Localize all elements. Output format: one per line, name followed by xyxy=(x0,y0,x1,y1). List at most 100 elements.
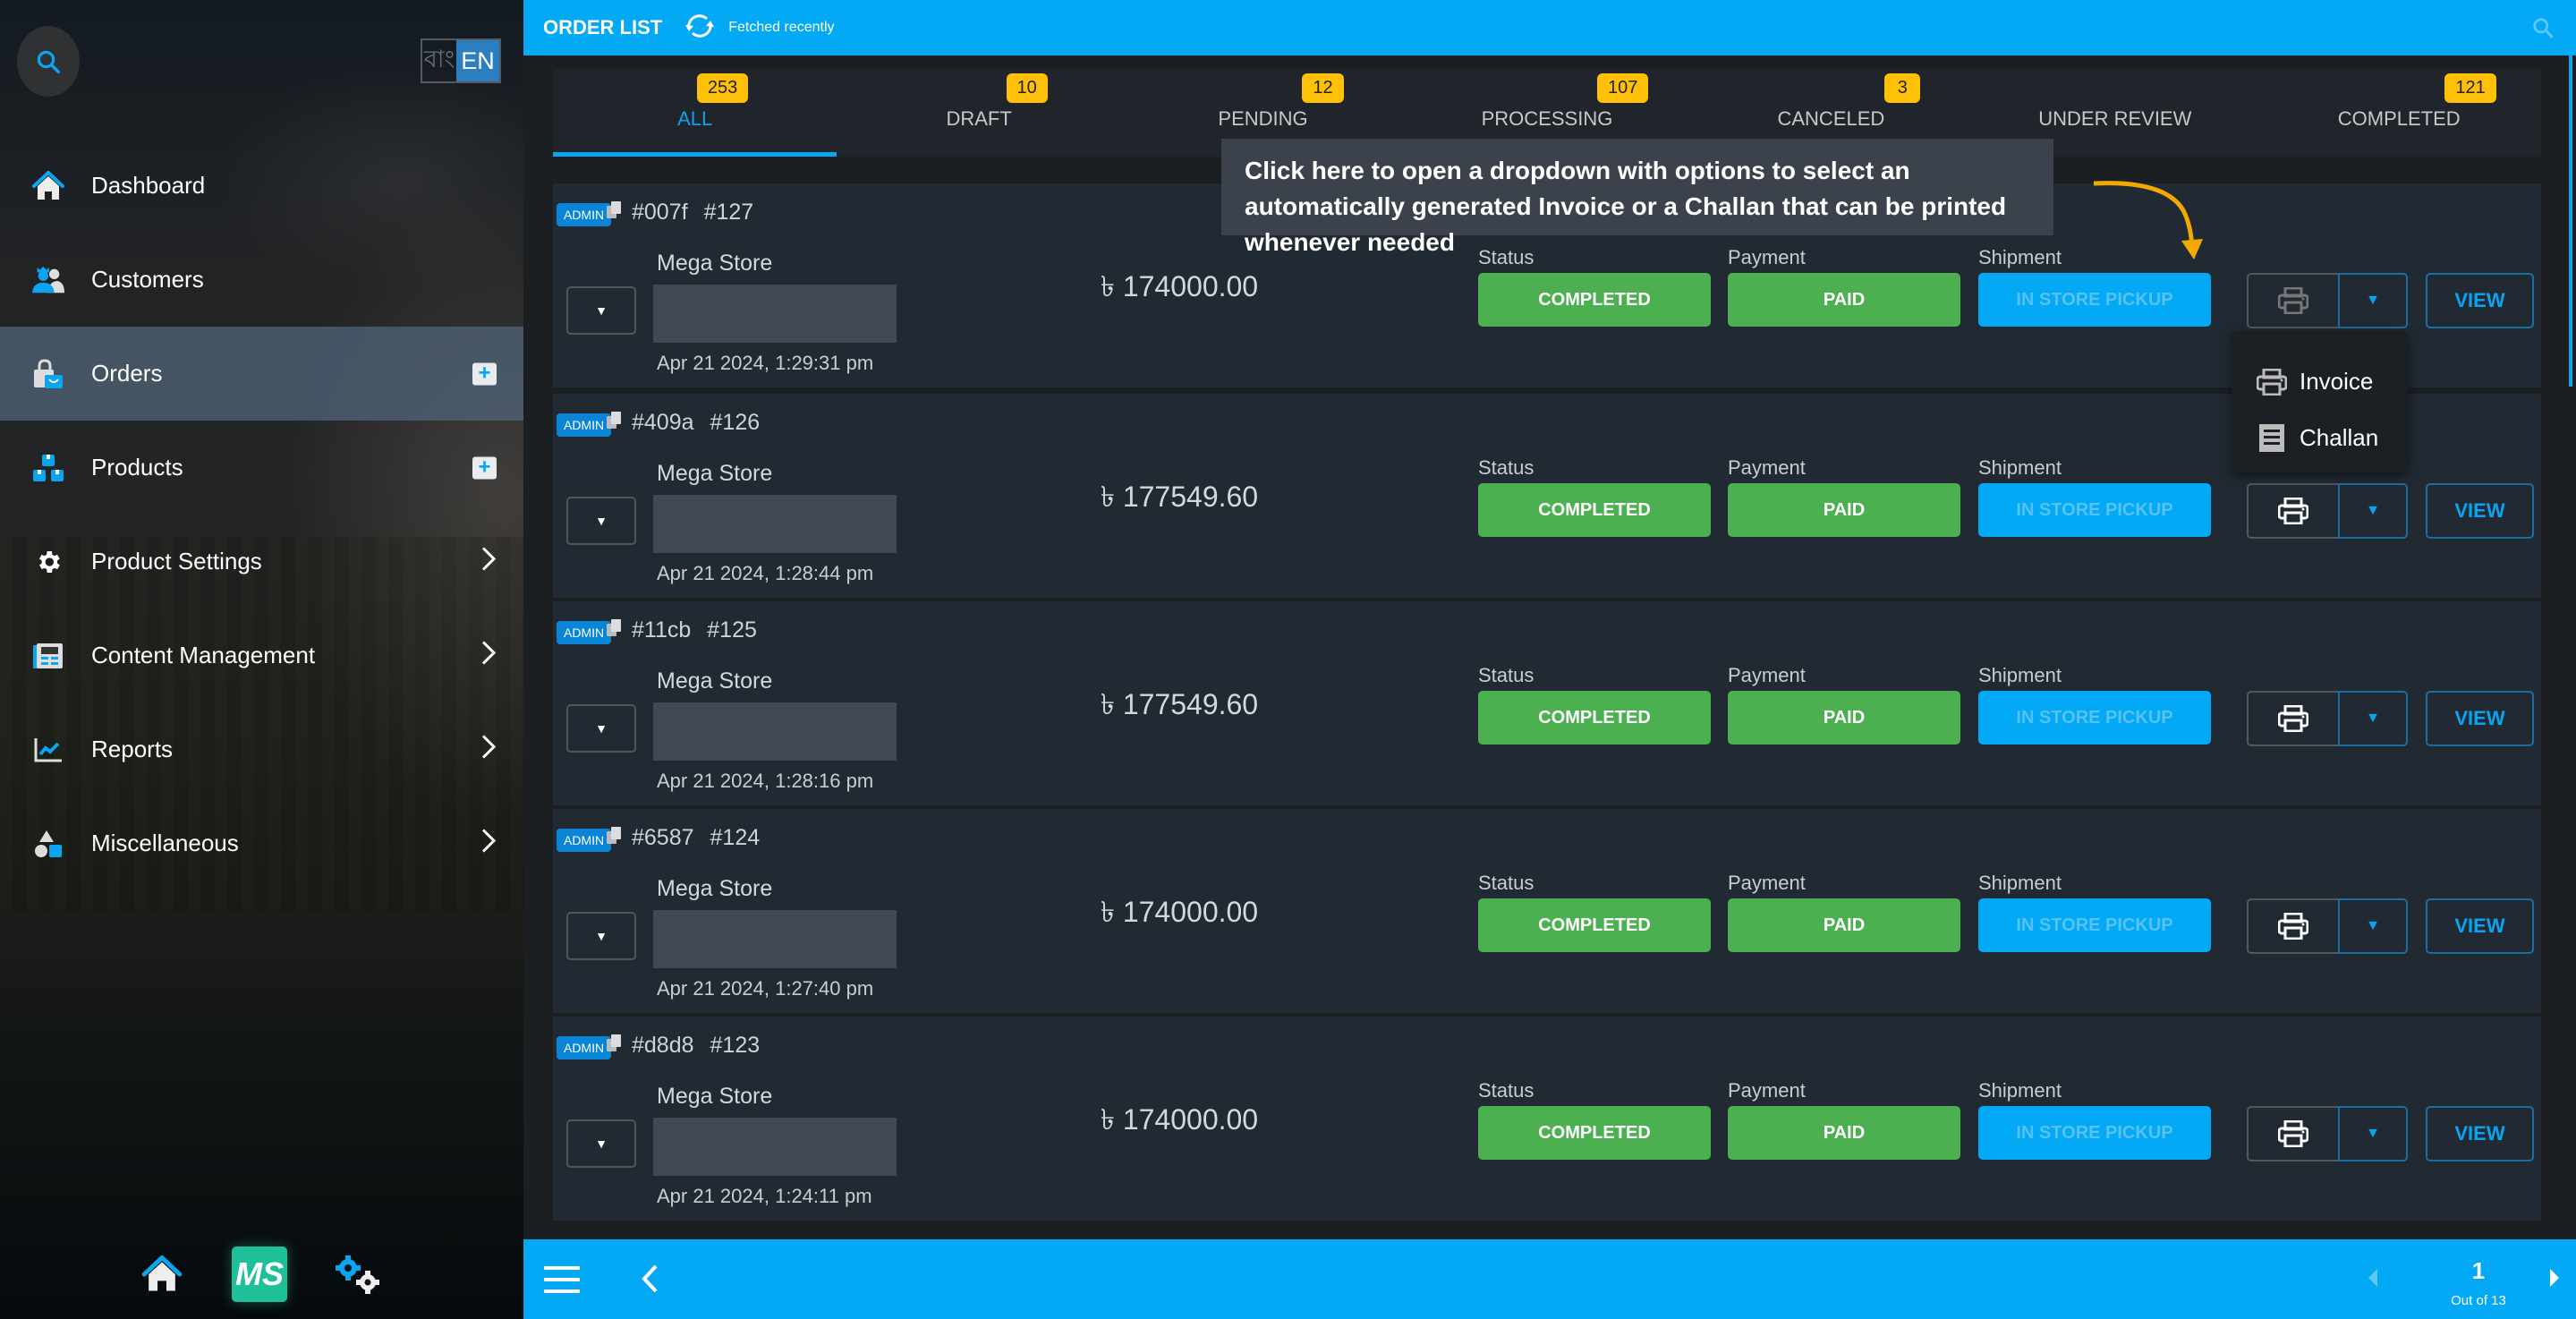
view-order-button[interactable]: VIEW xyxy=(2426,483,2534,539)
shipment-button[interactable]: IN STORE PICKUP xyxy=(1978,273,2211,327)
shipment-button[interactable]: IN STORE PICKUP xyxy=(1978,898,2211,952)
expand-order-button[interactable]: ▼ xyxy=(566,286,636,335)
print-dropdown-toggle[interactable]: ▼ xyxy=(2338,691,2408,746)
hamburger-icon xyxy=(544,1266,580,1293)
print-button[interactable] xyxy=(2247,1106,2338,1162)
shipment-button[interactable]: IN STORE PICKUP xyxy=(1978,691,2211,745)
payment-button[interactable]: PAID xyxy=(1728,483,1960,537)
refresh-button[interactable] xyxy=(684,13,716,44)
tab-count-badge: 3 xyxy=(1884,73,1921,103)
caret-left-icon xyxy=(2368,1269,2377,1287)
home-icon xyxy=(32,170,64,202)
print-dropdown-toggle[interactable]: ▼ xyxy=(2338,273,2408,328)
lang-option-english[interactable]: EN xyxy=(456,40,499,81)
sidebar-item-orders[interactable]: Orders + xyxy=(0,327,523,421)
payment-button[interactable]: PAID xyxy=(1728,691,1960,745)
sidebar-item-products[interactable]: Products + xyxy=(0,421,523,515)
menu-item-invoice[interactable]: Invoice xyxy=(2232,353,2408,410)
chevron-right-icon xyxy=(480,639,497,672)
copy-icon[interactable] xyxy=(607,617,623,643)
sidebar-home-button[interactable] xyxy=(141,1255,183,1298)
lang-option-bangla[interactable]: বাং xyxy=(422,40,456,81)
print-dropdown-toggle[interactable]: ▼ xyxy=(2338,898,2408,954)
sidebar-item-dashboard[interactable]: Dashboard xyxy=(0,139,523,233)
shipment-label: Shipment xyxy=(1978,456,2062,479)
top-search-button[interactable] xyxy=(2531,16,2555,44)
payment-label: Payment xyxy=(1728,872,1806,894)
sidebar-search-button[interactable] xyxy=(17,26,80,97)
vertical-scrollbar[interactable] xyxy=(2569,55,2572,387)
print-button[interactable] xyxy=(2247,273,2338,328)
redacted-customer-info xyxy=(653,1118,897,1176)
app-logo[interactable]: MS xyxy=(232,1247,287,1302)
admin-badge: ADMIN xyxy=(557,1036,612,1059)
view-order-button[interactable]: VIEW xyxy=(2426,273,2534,328)
copy-icon[interactable] xyxy=(607,825,623,851)
sidebar-item-content-management[interactable]: Content Management xyxy=(0,608,523,702)
payment-button[interactable]: PAID xyxy=(1728,1106,1960,1160)
store-name: Mega Store xyxy=(657,1084,773,1109)
payment-label: Payment xyxy=(1728,1079,1806,1102)
sidebar-settings-button[interactable] xyxy=(336,1255,380,1299)
store-name: Mega Store xyxy=(657,251,773,276)
tab-all[interactable]: ALL 253 xyxy=(553,69,837,157)
print-button[interactable] xyxy=(2247,483,2338,539)
print-button-group: ▼ xyxy=(2247,898,2408,954)
tab-completed[interactable]: COMPLETED 121 xyxy=(2257,69,2541,157)
tab-label: DRAFT xyxy=(946,107,1012,130)
shipment-button[interactable]: IN STORE PICKUP xyxy=(1978,483,2211,537)
orders-bag-icon xyxy=(32,358,64,390)
expand-order-button[interactable]: ▼ xyxy=(566,912,636,960)
order-ids: #6587 #124 xyxy=(607,825,760,851)
status-label: Status xyxy=(1478,1079,1535,1102)
order-hash: #11cb xyxy=(632,617,692,642)
status-button[interactable]: COMPLETED xyxy=(1478,1106,1711,1160)
menu-item-challan[interactable]: Challan xyxy=(2232,410,2408,466)
menu-item-label: Challan xyxy=(2300,424,2379,451)
tab-count-badge: 107 xyxy=(1596,73,1649,103)
tab-draft[interactable]: DRAFT 10 xyxy=(837,69,1120,157)
copy-icon[interactable] xyxy=(607,410,623,436)
view-order-button[interactable]: VIEW xyxy=(2426,691,2534,746)
next-page-button[interactable] xyxy=(2548,1268,2561,1292)
chart-icon xyxy=(32,734,64,766)
customers-icon xyxy=(32,264,64,296)
order-date: Apr 21 2024, 1:28:44 pm xyxy=(657,562,874,584)
add-product-button[interactable]: + xyxy=(472,456,497,479)
print-dropdown-toggle[interactable]: ▼ xyxy=(2338,1106,2408,1162)
copy-icon[interactable] xyxy=(607,200,623,226)
view-order-button[interactable]: VIEW xyxy=(2426,898,2534,954)
expand-order-button[interactable]: ▼ xyxy=(566,1119,636,1168)
fetch-status: Fetched recently xyxy=(728,20,835,35)
prev-page-button[interactable] xyxy=(2367,1268,2379,1292)
payment-button[interactable]: PAID xyxy=(1728,273,1960,327)
print-dropdown-toggle[interactable]: ▼ xyxy=(2338,483,2408,539)
payment-label: Payment xyxy=(1728,664,1806,686)
status-button[interactable]: COMPLETED xyxy=(1478,483,1711,537)
order-amount: ৳ 174000.00 xyxy=(1101,1103,1259,1136)
expand-order-button[interactable]: ▼ xyxy=(566,497,636,545)
sidebar-item-label: Products xyxy=(91,454,183,481)
status-button[interactable]: COMPLETED xyxy=(1478,898,1711,952)
expand-order-button[interactable]: ▼ xyxy=(566,704,636,753)
sidebar-item-reports[interactable]: Reports xyxy=(0,702,523,796)
payment-button[interactable]: PAID xyxy=(1728,898,1960,952)
status-button[interactable]: COMPLETED xyxy=(1478,691,1711,745)
sidebar-item-product-settings[interactable]: Product Settings xyxy=(0,515,523,608)
view-order-button[interactable]: VIEW xyxy=(2426,1106,2534,1162)
status-label: Status xyxy=(1478,246,1535,268)
bottom-bar: 1 Out of 13 xyxy=(523,1239,2576,1319)
menu-button[interactable] xyxy=(544,1265,582,1298)
print-button[interactable] xyxy=(2247,691,2338,746)
copy-icon[interactable] xyxy=(607,1033,623,1059)
print-button[interactable] xyxy=(2247,898,2338,954)
shipment-button[interactable]: IN STORE PICKUP xyxy=(1978,1106,2211,1160)
order-ids: #007f #127 xyxy=(607,200,753,226)
add-order-button[interactable]: + xyxy=(472,362,497,385)
language-toggle[interactable]: বাং EN xyxy=(421,38,501,83)
status-button[interactable]: COMPLETED xyxy=(1478,273,1711,327)
sidebar-item-customers[interactable]: Customers xyxy=(0,233,523,327)
tab-label: PROCESSING xyxy=(1481,107,1613,130)
sidebar-item-miscellaneous[interactable]: Miscellaneous xyxy=(0,796,523,890)
back-button[interactable] xyxy=(640,1263,659,1299)
